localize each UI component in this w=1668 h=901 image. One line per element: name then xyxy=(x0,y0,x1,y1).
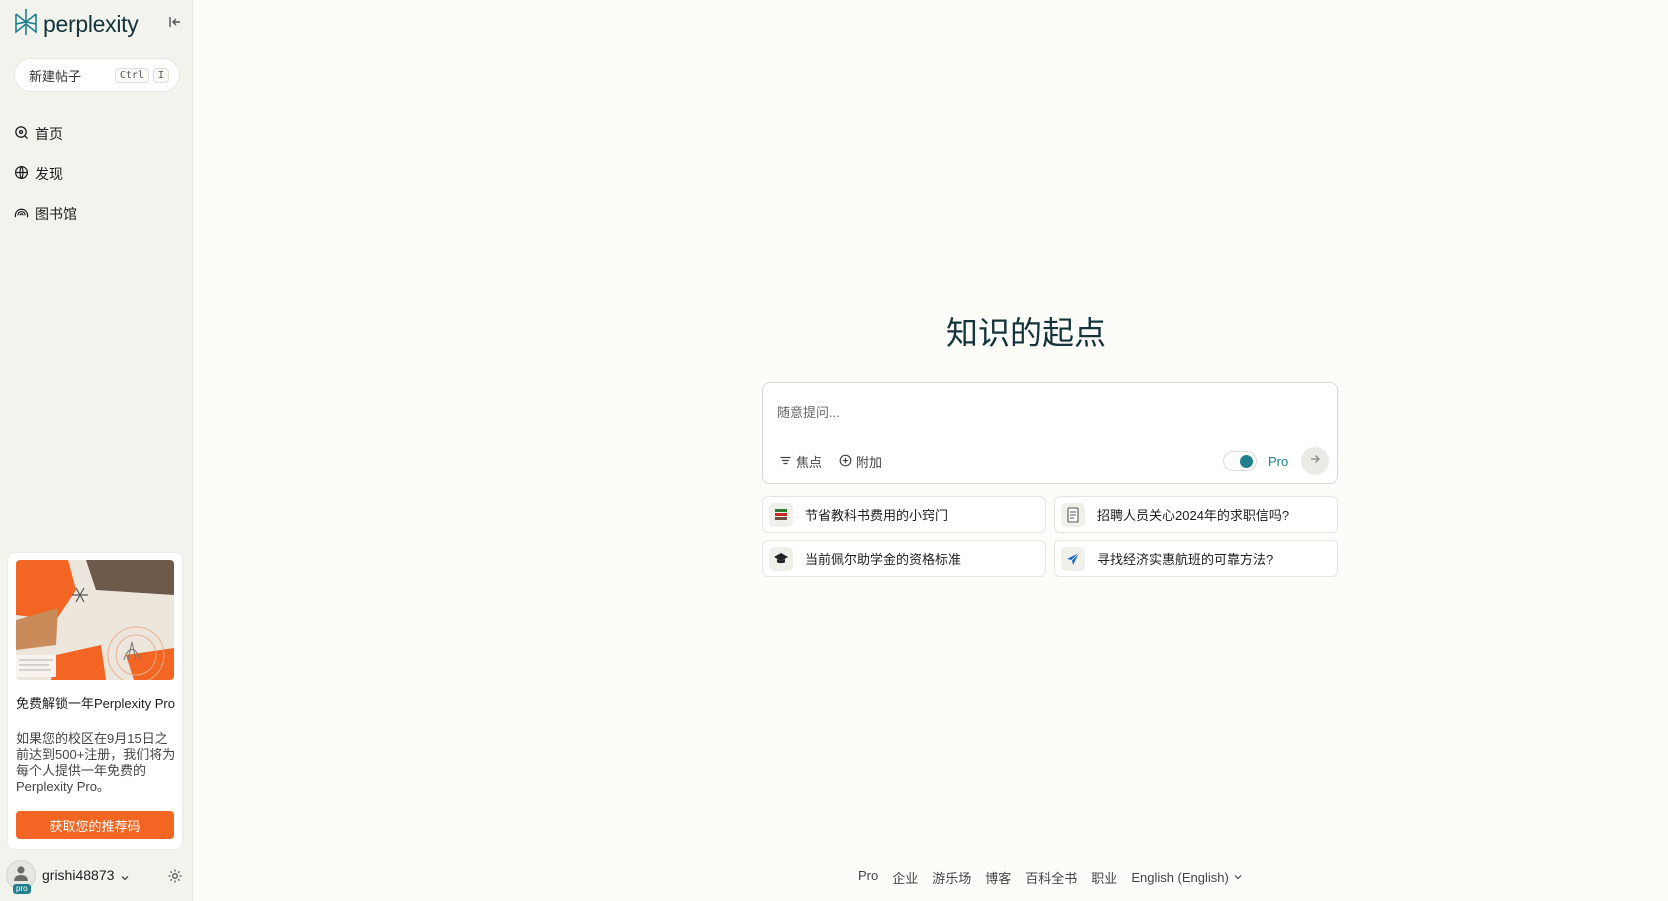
chevron-down-icon[interactable] xyxy=(120,870,130,881)
books-icon xyxy=(769,502,793,527)
user-menu[interactable]: pro grishi48873 xyxy=(6,858,186,894)
footer-link-enterprise[interactable]: 企业 xyxy=(892,868,918,887)
sidebar-item-library[interactable]: 图书馆 xyxy=(14,194,184,234)
kbd-key: I xyxy=(152,67,169,83)
toggle-knob xyxy=(1240,455,1253,468)
sidebar-item-label: 发现 xyxy=(35,166,63,182)
username: grishi48873 xyxy=(42,867,115,883)
sidebar-item-home[interactable]: 首页 xyxy=(14,114,184,154)
new-thread-label: 新建帖子 xyxy=(29,68,82,84)
avatar[interactable]: pro xyxy=(6,860,36,894)
footer-link-careers[interactable]: 职业 xyxy=(1091,868,1117,887)
suggestion-text: 节省教科书费用的小窍门 xyxy=(805,508,949,523)
promo-card: 免费解锁一年Perplexity Pro 如果您的校区在9月15日之前达到500… xyxy=(7,552,183,850)
page-title: 知识的起点 xyxy=(945,314,1106,352)
sidebar: perplexity 新建帖子 Ctrl I 首页 发现 图书馆 免费解锁一年P… xyxy=(0,0,193,901)
sidebar-item-label: 首页 xyxy=(35,126,63,142)
footer-link-blog[interactable]: 博客 xyxy=(985,868,1011,887)
globe-icon xyxy=(14,165,29,183)
chevron-down-icon xyxy=(1233,870,1243,885)
filter-icon xyxy=(779,454,792,470)
language-label: English (English) xyxy=(1131,870,1229,885)
suggestion-item[interactable]: 当前佩尔助学金的资格标准 xyxy=(762,540,1046,577)
new-thread-button[interactable]: 新建帖子 Ctrl I xyxy=(14,58,180,92)
arrow-right-icon xyxy=(1309,452,1321,470)
footer-link-playground[interactable]: 游乐场 xyxy=(932,868,971,887)
plus-circle-icon xyxy=(839,454,852,470)
suggestion-item[interactable]: 招聘人员关心2024年的求职信吗? xyxy=(1054,496,1338,533)
suggestion-item[interactable]: 节省教科书费用的小窍门 xyxy=(762,496,1046,533)
attach-label: 附加 xyxy=(856,455,883,470)
brand-logo[interactable]: perplexity xyxy=(13,8,139,41)
promo-text: 如果您的校区在9月15日之前达到500+注册，我们将为每个人提供一年免费的Per… xyxy=(16,731,176,794)
sidebar-item-label: 图书馆 xyxy=(35,206,77,222)
footer: Pro 企业 游乐场 博客 百科全书 职业 English (English) xyxy=(858,868,1243,887)
ask-input[interactable] xyxy=(777,397,1317,427)
kbd-ctrl: Ctrl xyxy=(114,67,149,83)
attach-button[interactable]: 附加 xyxy=(839,452,882,471)
suggestion-text: 招聘人员关心2024年的求职信吗? xyxy=(1097,508,1290,523)
perplexity-logo-icon xyxy=(13,8,39,41)
get-referral-code-button[interactable]: 获取您的推荐码 xyxy=(16,811,174,839)
home-icon xyxy=(14,125,29,143)
footer-link-wiki[interactable]: 百科全书 xyxy=(1025,868,1077,887)
language-selector[interactable]: English (English) xyxy=(1131,868,1243,887)
suggestion-text: 当前佩尔助学金的资格标准 xyxy=(805,552,962,567)
pro-badge: pro xyxy=(13,884,31,894)
footer-link-pro[interactable]: Pro xyxy=(858,868,878,887)
ask-box: 焦点 附加 Pro xyxy=(762,382,1338,484)
library-icon xyxy=(14,205,29,223)
brand-name: perplexity xyxy=(43,11,139,37)
pro-toggle[interactable] xyxy=(1223,451,1257,471)
document-icon xyxy=(1061,502,1085,527)
suggestion-text: 寻找经济实惠航班的可靠方法? xyxy=(1097,552,1274,567)
pro-label: Pro xyxy=(1268,454,1289,469)
suggestion-item[interactable]: 寻找经济实惠航班的可靠方法? xyxy=(1054,540,1338,577)
promo-image xyxy=(16,560,174,680)
submit-button[interactable] xyxy=(1301,447,1329,475)
sidebar-nav: 首页 发现 图书馆 xyxy=(14,114,184,234)
airplane-icon xyxy=(1061,546,1085,571)
graduation-cap-icon xyxy=(769,546,793,571)
collapse-sidebar-icon[interactable] xyxy=(166,13,184,31)
focus-label: 焦点 xyxy=(796,455,823,470)
sidebar-item-discover[interactable]: 发现 xyxy=(14,154,184,194)
focus-button[interactable]: 焦点 xyxy=(779,452,822,471)
gear-icon[interactable] xyxy=(167,868,183,884)
promo-title: 免费解锁一年Perplexity Pro xyxy=(16,696,175,711)
